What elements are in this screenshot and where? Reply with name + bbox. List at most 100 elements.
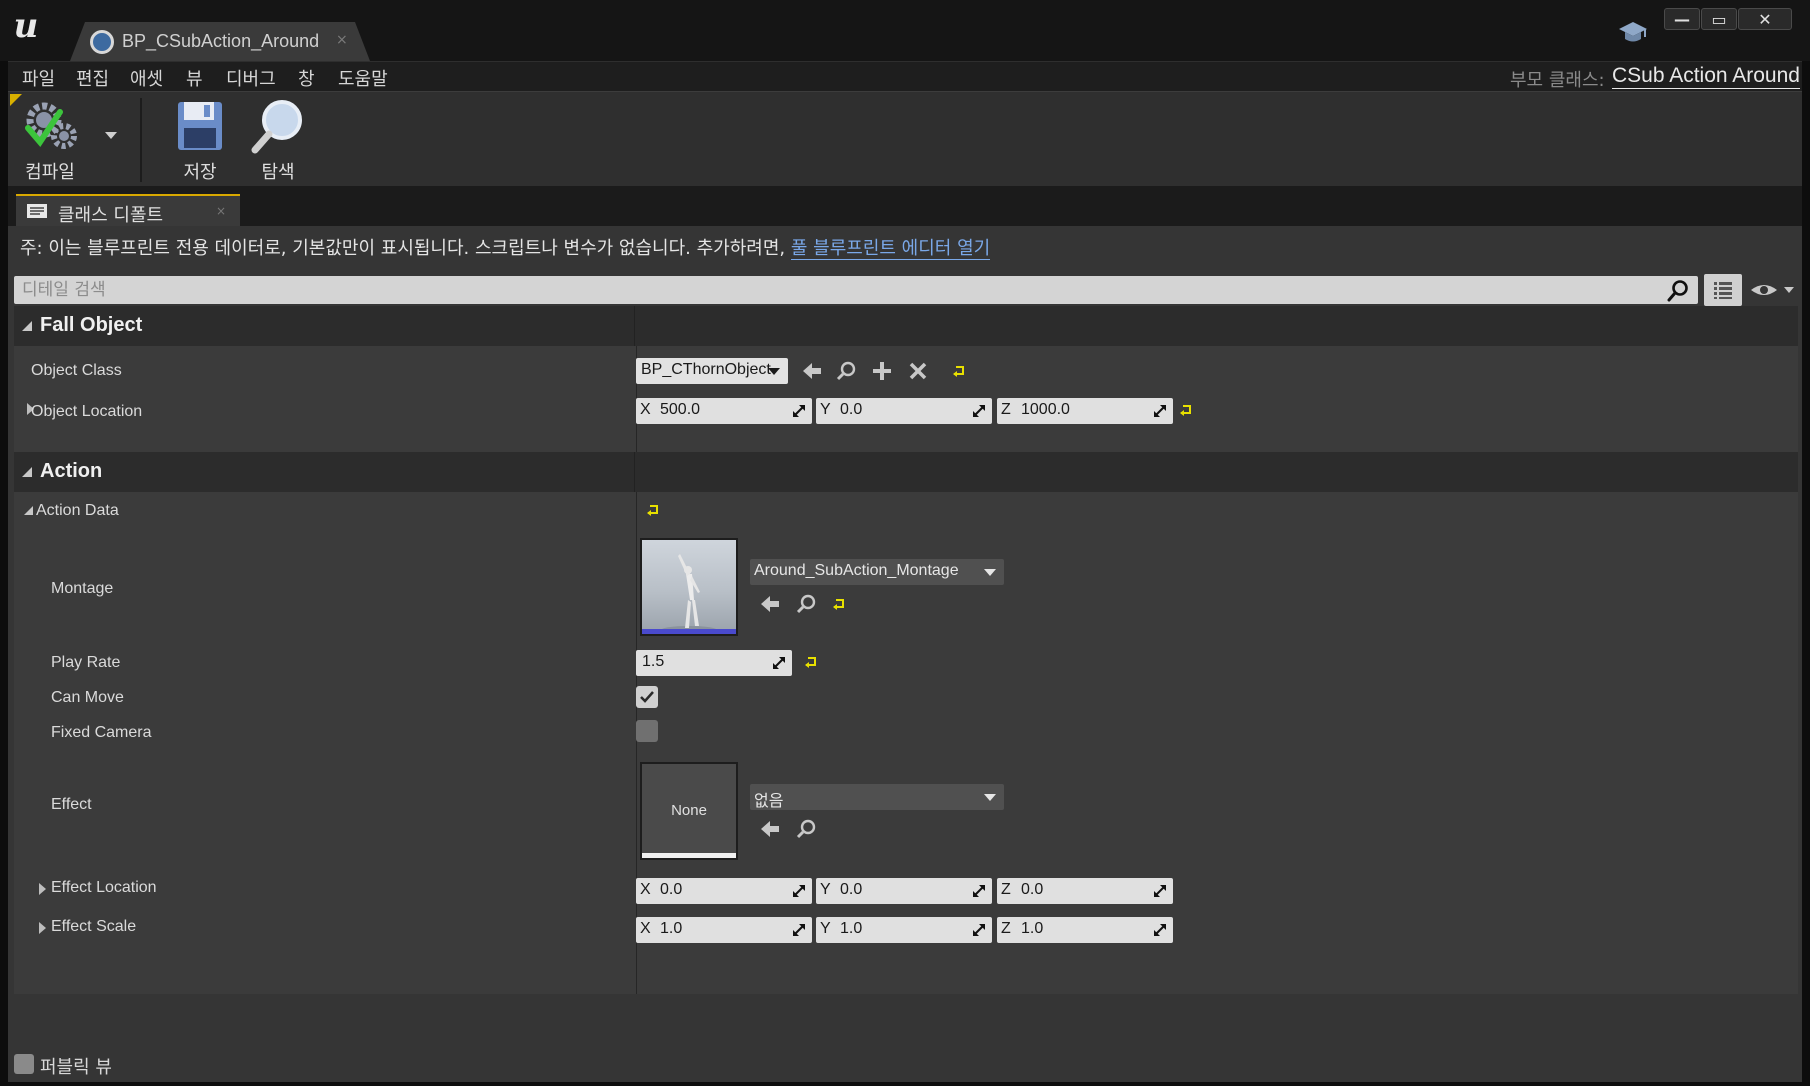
data-only-note: 주: 이는 블루프린트 전용 데이터로, 기본값만이 표시됩니다. 스크립트나 … <box>20 234 991 260</box>
effect-location-y-field[interactable]: Y 0.0 <box>816 878 992 904</box>
character-pose-icon <box>661 554 717 634</box>
collapse-triangle-icon[interactable] <box>24 506 33 515</box>
category-fall-object-label: Fall Object <box>40 314 143 336</box>
object-location-x-field[interactable]: X 500.0 <box>636 398 812 424</box>
drag-arrows-icon <box>1154 885 1166 897</box>
menu-asset[interactable]: 애셋 <box>130 65 163 91</box>
compile-options-chevron-down-icon[interactable] <box>105 132 117 139</box>
category-action[interactable]: Action <box>14 452 1798 492</box>
clear-x-icon[interactable] <box>906 359 930 383</box>
axis-x-label: X <box>640 920 651 937</box>
reset-arrow-icon[interactable] <box>832 598 846 610</box>
effect-scale-y-value: 1.0 <box>840 920 863 937</box>
drag-arrows-icon <box>973 885 985 897</box>
play-rate-field[interactable]: 1.5 <box>636 650 792 676</box>
use-selected-arrow-left-icon[interactable] <box>758 592 782 616</box>
use-selected-arrow-left-icon[interactable] <box>758 817 782 841</box>
expand-triangle-icon[interactable] <box>39 883 46 895</box>
effect-thumbnail[interactable]: None <box>640 762 738 860</box>
toolbar: 컴파일 저장 탐색 <box>8 91 1802 186</box>
expand-triangle-icon[interactable] <box>39 922 46 934</box>
browse-magnifier-icon[interactable] <box>834 359 858 383</box>
view-options-button[interactable] <box>1704 274 1742 306</box>
drag-arrows-icon <box>793 885 805 897</box>
menu-file[interactable]: 파일 <box>22 65 55 91</box>
effect-location-z-field[interactable]: Z 0.0 <box>997 878 1173 904</box>
effect-scale-z-field[interactable]: Z 1.0 <box>997 917 1173 943</box>
reset-arrow-icon[interactable] <box>804 656 818 668</box>
reset-arrow-icon[interactable] <box>646 504 660 516</box>
object-class-combo[interactable]: BP_CThornObject <box>636 358 788 384</box>
category-divider <box>634 452 635 492</box>
object-location-z-value: 1000.0 <box>1021 401 1070 418</box>
menu-edit[interactable]: 편집 <box>76 65 109 91</box>
save-disk-icon <box>178 102 222 150</box>
montage-thumbnail[interactable] <box>640 538 738 636</box>
toolbar-separator <box>140 98 142 182</box>
effect-location-x-field[interactable]: X 0.0 <box>636 878 812 904</box>
can-move-checkbox[interactable] <box>636 686 658 708</box>
axis-y-label: Y <box>820 401 831 418</box>
parent-class-link[interactable]: CSub Action Around <box>1612 64 1800 89</box>
parent-class-label: 부모 클래스: <box>1510 70 1605 91</box>
save-button[interactable]: 저장 <box>164 98 236 183</box>
open-full-editor-link[interactable]: 풀 블루프린트 에디터 열기 <box>790 238 991 260</box>
class-defaults-tab[interactable]: 클래스 디폴트 × <box>16 194 240 226</box>
can-move-label: Can Move <box>51 689 124 706</box>
document-tab-close-icon[interactable]: × <box>336 32 348 48</box>
use-selected-arrow-left-icon[interactable] <box>800 359 824 383</box>
action-data-label: Action Data <box>36 502 119 519</box>
reset-arrow-icon[interactable] <box>952 365 966 377</box>
menu-bar: 파일 편집 애셋 뷰 디버그 창 도움말 부모 클래스: CSub Action… <box>8 61 1802 91</box>
reset-arrow-icon[interactable] <box>1179 404 1193 416</box>
chevron-down-icon <box>984 569 996 576</box>
collapse-triangle-icon[interactable] <box>22 467 32 477</box>
close-window-button[interactable]: ✕ <box>1738 8 1792 30</box>
panel-tab-bar: 클래스 디폴트 × <box>8 186 1802 226</box>
axis-y-label: Y <box>820 920 831 937</box>
compile-gear-icon <box>25 102 77 149</box>
learn-cap-icon[interactable] <box>1618 18 1648 46</box>
menu-window[interactable]: 창 <box>298 65 315 91</box>
effect-scale-z-value: 1.0 <box>1021 920 1044 937</box>
public-view-checkbox[interactable] <box>14 1054 34 1074</box>
axis-x-label: X <box>640 881 651 898</box>
drag-arrows-icon <box>793 405 805 417</box>
fixed-camera-checkbox[interactable] <box>636 720 658 742</box>
minimize-button[interactable]: — <box>1664 8 1700 30</box>
document-tab[interactable]: BP_CSubAction_Around × <box>70 22 370 61</box>
object-location-y-value: 0.0 <box>840 401 863 418</box>
ue-logo-icon[interactable]: u <box>6 6 46 46</box>
browse-magnifier-icon[interactable] <box>794 592 818 616</box>
fixed-camera-label: Fixed Camera <box>51 724 152 741</box>
menu-view[interactable]: 뷰 <box>186 65 203 91</box>
class-defaults-tab-close-icon[interactable]: × <box>216 204 226 218</box>
object-location-z-field[interactable]: Z 1000.0 <box>997 398 1173 424</box>
maximize-button[interactable]: ▭ <box>1701 8 1737 30</box>
plus-icon[interactable] <box>870 359 894 383</box>
effect-asset-combo[interactable]: 없음 <box>750 784 1004 810</box>
menu-debug[interactable]: 디버그 <box>226 65 276 91</box>
menu-help[interactable]: 도움말 <box>338 65 388 91</box>
object-location-y-field[interactable]: Y 0.0 <box>816 398 992 424</box>
effect-scale-x-field[interactable]: X 1.0 <box>636 917 812 943</box>
axis-x-label: X <box>640 401 651 418</box>
eye-icon[interactable] <box>1748 278 1798 302</box>
montage-asset-combo[interactable]: Around_SubAction_Montage <box>750 559 1004 585</box>
browse-magnifier-icon[interactable] <box>794 817 818 841</box>
effect-value: 없음 <box>754 793 784 810</box>
chevron-down-icon <box>984 794 996 801</box>
effect-scale-y-field[interactable]: Y 1.0 <box>816 917 992 943</box>
object-location-x-value: 500.0 <box>660 401 701 418</box>
details-search-input[interactable] <box>14 276 1654 304</box>
browse-button[interactable]: 탐색 <box>242 98 314 183</box>
class-defaults-tab-label: 클래스 디폴트 <box>58 205 164 226</box>
collapse-triangle-icon[interactable] <box>22 321 32 331</box>
effect-thumbnail-label: None <box>671 802 707 819</box>
effect-location-z-value: 0.0 <box>1021 881 1044 898</box>
compile-button[interactable]: 컴파일 <box>14 98 86 183</box>
asset-type-bar <box>642 853 736 858</box>
search-icon[interactable] <box>1666 279 1690 303</box>
close-icon: ✕ <box>1758 10 1772 29</box>
category-fall-object[interactable]: Fall Object <box>14 306 1798 346</box>
